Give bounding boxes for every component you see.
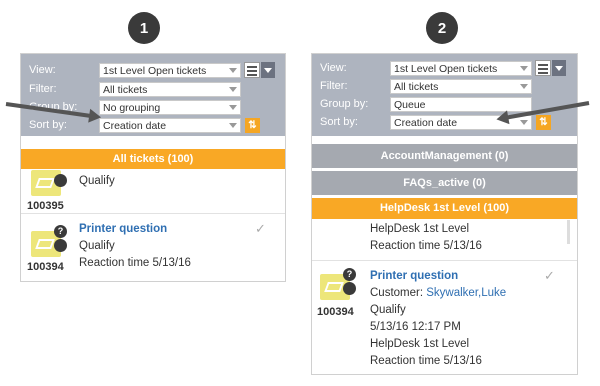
ticket-queue: HelpDesk 1st Level — [370, 223, 470, 235]
sort-icon[interactable]: ⇅ — [536, 115, 551, 130]
ticket-icon: ? — [320, 268, 356, 300]
group-header-faqs-active[interactable]: FAQs_active (0) — [312, 171, 577, 195]
ticket-created: 5/13/16 12:17 PM — [370, 321, 461, 333]
chevron-down-icon — [229, 123, 237, 128]
ticket-reaction-time: Reaction time 5/13/16 — [370, 355, 482, 367]
ticket-item[interactable]: ? 100394 Printer question Qualify Reacti… — [21, 217, 285, 281]
view-select[interactable]: 1st Level Open tickets — [99, 63, 241, 78]
ticket-status: Qualify — [370, 304, 406, 316]
group-by-select[interactable]: Queue — [390, 97, 532, 112]
view-options-dropdown[interactable] — [552, 60, 566, 76]
filter-bar: View: 1st Level Open tickets Filter: All… — [21, 54, 285, 136]
sort-icon[interactable]: ⇅ — [245, 118, 260, 133]
group-by-select[interactable]: No grouping — [99, 100, 241, 115]
step-badge-1: 1 — [128, 12, 160, 44]
sort-by-label: Sort by: — [320, 116, 358, 128]
ticket-list-panel-left: View: 1st Level Open tickets Filter: All… — [20, 53, 286, 282]
chevron-down-icon — [520, 84, 528, 89]
ticket-id: 100395 — [27, 200, 64, 212]
ticket-queue: HelpDesk 1st Level — [370, 338, 470, 350]
scrollbar[interactable] — [567, 220, 570, 244]
chevron-down-icon — [229, 105, 237, 110]
ticket-id: 100394 — [317, 306, 354, 318]
customer-link[interactable]: Skywalker,Luke — [426, 287, 506, 299]
list-view-icon[interactable] — [244, 62, 260, 78]
ticket-status: Qualify — [79, 240, 115, 252]
check-icon[interactable]: ✓ — [255, 221, 266, 237]
group-header-helpdesk[interactable]: HelpDesk 1st Level (100) — [312, 198, 577, 219]
ticket-icon — [31, 170, 67, 196]
check-icon[interactable]: ✓ — [544, 268, 555, 284]
filter-label: Filter: — [320, 80, 348, 92]
ticket-status: Qualify — [79, 175, 115, 187]
view-options-dropdown[interactable] — [261, 62, 275, 78]
chevron-down-icon — [229, 68, 237, 73]
chevron-down-icon — [229, 87, 237, 92]
view-select[interactable]: 1st Level Open tickets — [390, 61, 532, 76]
group-header-account-management[interactable]: AccountManagement (0) — [312, 144, 577, 168]
ticket-id: 100394 — [27, 261, 64, 273]
ticket-icon: ? — [31, 225, 67, 257]
group-by-label: Group by: — [320, 98, 369, 110]
ticket-list-panel-right: View: 1st Level Open tickets Filter: All… — [311, 53, 578, 375]
filter-bar: View: 1st Level Open tickets Filter: All… — [312, 54, 577, 136]
list-view-icon[interactable] — [535, 60, 551, 76]
ticket-reaction-time: Reaction time 5/13/16 — [370, 240, 482, 252]
filter-select[interactable]: All tickets — [99, 82, 241, 97]
step-badge-2: 2 — [426, 12, 458, 44]
chevron-down-icon — [520, 66, 528, 71]
ticket-reaction-time: Reaction time 5/13/16 — [79, 257, 191, 269]
ticket-title[interactable]: Printer question — [370, 270, 458, 282]
ticket-title[interactable]: Printer question — [79, 223, 167, 235]
chevron-down-icon — [520, 120, 528, 125]
sort-by-label: Sort by: — [29, 119, 67, 131]
group-header-all-tickets[interactable]: All tickets (100) — [21, 149, 285, 169]
ticket-item[interactable]: ? 100394 Printer question Customer: Skyw… — [312, 264, 577, 372]
view-label: View: — [320, 62, 347, 74]
filter-select[interactable]: All tickets — [390, 79, 532, 94]
filter-label: Filter: — [29, 83, 57, 95]
view-label: View: — [29, 64, 56, 76]
ticket-customer: Customer: Skywalker,Luke — [370, 287, 507, 299]
sort-by-select[interactable]: Creation date — [99, 118, 241, 133]
